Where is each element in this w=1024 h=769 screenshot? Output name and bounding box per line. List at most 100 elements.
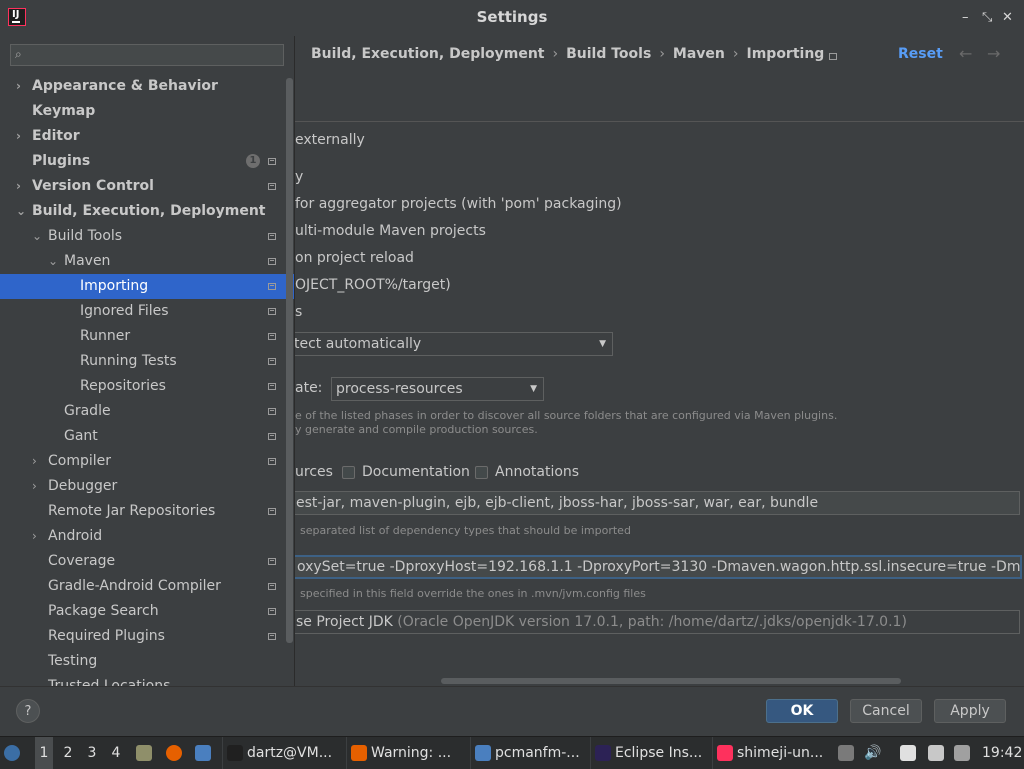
sidebar-item-label: Editor xyxy=(32,128,80,144)
sidebar-item[interactable]: Coverage xyxy=(0,549,294,574)
sidebar-item[interactable]: Ignored Files xyxy=(0,299,294,324)
sidebar-item-label: Required Plugins xyxy=(48,628,165,644)
tray-icon[interactable] xyxy=(838,737,858,769)
detect-dropdown[interactable]: tect automatically ▼ xyxy=(295,332,613,356)
main-panel: Build, Execution, Deployment › Build Tools… xyxy=(295,36,1024,686)
cancel-button[interactable]: Cancel xyxy=(850,699,922,723)
restore-button[interactable]: ⤡ xyxy=(982,10,992,25)
sidebar-item[interactable]: Required Plugins xyxy=(0,624,294,649)
dependency-types-hint: separated list of dependency types that … xyxy=(300,524,631,537)
vm-options-field[interactable]: oxySet=true -DproxyHost=192.168.1.1 -Dpr… xyxy=(295,555,1022,579)
chevron-right-icon[interactable]: › xyxy=(16,174,21,199)
documentation-label[interactable]: Documentation xyxy=(362,464,470,480)
option-y[interactable]: y xyxy=(295,169,303,185)
sidebar-scrollbar[interactable] xyxy=(286,78,293,643)
sidebar-item[interactable]: › Appearance & Behavior xyxy=(0,74,294,99)
reset-link[interactable]: Reset xyxy=(898,46,943,62)
horizontal-scrollbar[interactable] xyxy=(441,678,901,684)
workspace-2[interactable]: 2 xyxy=(59,737,77,769)
chevron-down-icon[interactable]: ⌄ xyxy=(32,224,42,249)
sidebar-item[interactable]: Package Search xyxy=(0,599,294,624)
sidebar-item[interactable]: Remote Jar Repositories xyxy=(0,499,294,524)
sidebar-item[interactable]: › Compiler xyxy=(0,449,294,474)
start-menu-icon[interactable] xyxy=(4,737,24,769)
taskbar-task[interactable]: shimeji-un... xyxy=(712,737,823,769)
option-multimodule[interactable]: ulti-module Maven projects xyxy=(295,223,486,239)
close-button[interactable]: ✕ xyxy=(1002,10,1013,25)
sidebar-item[interactable]: Trusted Locations xyxy=(0,674,294,686)
volume-icon[interactable]: 🔊 xyxy=(864,737,881,769)
sidebar-item[interactable]: Running Tests xyxy=(0,349,294,374)
sidebar-item[interactable]: Runner xyxy=(0,324,294,349)
taskbar-task[interactable]: Eclipse Ins... xyxy=(590,737,702,769)
workspace-1[interactable]: 1 xyxy=(35,737,53,769)
network-icon[interactable] xyxy=(954,737,974,769)
dialog-footer: ? OK Cancel Apply xyxy=(0,686,1024,735)
sidebar-item[interactable]: › Editor xyxy=(0,124,294,149)
workspace-4[interactable]: 4 xyxy=(107,737,125,769)
phase-dropdown[interactable]: process-resources ▼ xyxy=(331,377,544,401)
clipboard-icon[interactable] xyxy=(900,737,920,769)
sidebar-item[interactable]: Gradle xyxy=(0,399,294,424)
apply-button[interactable]: Apply xyxy=(934,699,1006,723)
file-manager-launcher-icon[interactable] xyxy=(136,737,156,769)
help-button[interactable]: ? xyxy=(16,699,40,723)
sidebar-item[interactable]: Repositories xyxy=(0,374,294,399)
taskbar-task[interactable]: pcmanfm-... xyxy=(470,737,580,769)
minimize-button[interactable]: – xyxy=(962,10,969,25)
taskbar-task[interactable]: dartz@VM... xyxy=(222,737,332,769)
sidebar-item[interactable]: Gradle-Android Compiler xyxy=(0,574,294,599)
taskbar: 1 2 3 4 dartz@VM... Warning: ... pcmanfm-.… xyxy=(0,736,1024,769)
chevron-right-icon[interactable]: › xyxy=(32,449,37,474)
sidebar-item[interactable]: Importing xyxy=(0,274,294,299)
sidebar-item[interactable]: ⌄ Build, Execution, Deployment xyxy=(0,199,294,224)
sidebar-item[interactable]: ⌄ Build Tools xyxy=(0,224,294,249)
option-aggregator-projects[interactable]: for aggregator projects (with 'pom' pack… xyxy=(295,196,622,212)
chevron-down-icon[interactable]: ⌄ xyxy=(16,199,26,224)
sidebar-item[interactable]: Keymap xyxy=(0,99,294,124)
option-s[interactable]: s xyxy=(295,304,302,320)
chevron-right-icon[interactable]: › xyxy=(16,124,21,149)
sidebar-item-label: Debugger xyxy=(48,478,118,494)
chevron-right-icon[interactable]: › xyxy=(32,524,37,549)
breadcrumb-item: Maven xyxy=(672,46,725,62)
search-input[interactable]: ⌕ xyxy=(10,44,284,66)
forward-arrow-icon[interactable]: → xyxy=(987,44,1000,63)
annotations-checkbox[interactable] xyxy=(475,466,488,479)
dependency-types-field[interactable]: est-jar, maven-plugin, ejb, ejb-client, … xyxy=(295,491,1020,515)
sources-checkbox-label[interactable]: urces xyxy=(295,464,333,480)
desktop-launcher-icon[interactable] xyxy=(195,737,215,769)
breadcrumb-separator: › xyxy=(552,46,559,62)
sidebar-item-label: Remote Jar Repositories xyxy=(48,503,216,519)
sidebar-item-label: Trusted Locations xyxy=(48,678,171,686)
option-externally[interactable]: externally xyxy=(295,132,365,148)
sidebar-item[interactable]: ⌄ Maven xyxy=(0,249,294,274)
monitor-icon[interactable] xyxy=(928,737,948,769)
sidebar-item[interactable]: Plugins 1 xyxy=(0,149,294,174)
chevron-right-icon[interactable]: › xyxy=(16,74,21,99)
sidebar-item[interactable]: › Android xyxy=(0,524,294,549)
task-app-icon xyxy=(595,745,611,761)
sidebar-item-label: Appearance & Behavior xyxy=(32,78,218,94)
phase-dropdown-value: process-resources xyxy=(336,381,463,397)
annotations-label[interactable]: Annotations xyxy=(495,464,579,480)
option-project-reload[interactable]: on project reload xyxy=(295,250,414,266)
sidebar-item-label: Build Tools xyxy=(48,228,123,244)
option-target-dir[interactable]: OJECT_ROOT%/target) xyxy=(295,277,451,293)
workspace-3[interactable]: 3 xyxy=(83,737,101,769)
sidebar-item[interactable]: › Debugger xyxy=(0,474,294,499)
chevron-down-icon[interactable]: ⌄ xyxy=(48,249,58,274)
chevron-right-icon[interactable]: › xyxy=(32,474,37,499)
taskbar-task[interactable]: Warning: ... xyxy=(346,737,451,769)
sidebar-item[interactable]: Testing xyxy=(0,649,294,674)
sidebar-item[interactable]: Gant xyxy=(0,424,294,449)
task-label: shimeji-un... xyxy=(737,745,824,761)
project-scope-icon xyxy=(268,258,276,265)
sidebar-item[interactable]: › Version Control xyxy=(0,174,294,199)
documentation-checkbox[interactable] xyxy=(342,466,355,479)
sidebar-item-label: Package Search xyxy=(48,603,159,619)
jdk-dropdown[interactable]: se Project JDK (Oracle OpenJDK version 1… xyxy=(295,610,1020,634)
ok-button[interactable]: OK xyxy=(766,699,838,723)
firefox-launcher-icon[interactable] xyxy=(166,737,186,769)
back-arrow-icon[interactable]: ← xyxy=(959,44,972,63)
